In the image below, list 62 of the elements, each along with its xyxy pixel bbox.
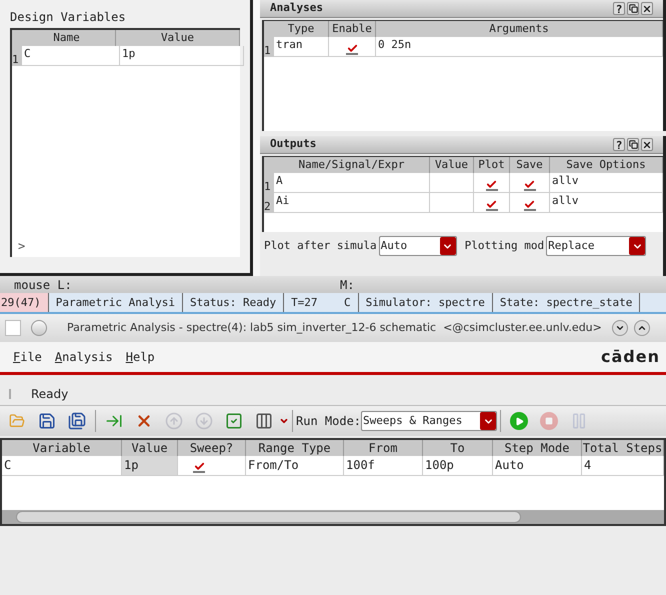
menu-item[interactable]: File — [13, 348, 42, 366]
field-label: Plot after simula — [264, 238, 377, 254]
column-header[interactable]: From — [344, 440, 423, 456]
column-header[interactable]: Plot — [474, 157, 510, 173]
table-cell: From/To — [246, 456, 344, 476]
column-header[interactable]: Step Mode — [493, 440, 582, 456]
column-header[interactable]: Range Type — [246, 440, 344, 456]
status-text: Ready — [31, 386, 68, 402]
table-cell: 1p — [120, 46, 244, 66]
table-cell: allv — [550, 173, 663, 193]
field-label: Run Mode: — [296, 413, 362, 430]
table-cell: allv — [550, 193, 663, 213]
column-header[interactable]: Enable — [329, 21, 376, 37]
table-cell: Ai — [274, 193, 430, 213]
logo: cāden — [601, 346, 660, 368]
column-header[interactable]: To — [423, 440, 493, 456]
status-item: 29(47) — [0, 293, 49, 312]
table-cell: 1p — [122, 456, 178, 476]
table-cell: 0 25n — [376, 37, 663, 57]
table-cell: A — [274, 173, 430, 193]
panel-title: Outputs — [270, 136, 318, 152]
table-cell: Auto — [493, 456, 582, 476]
status-item: State: spectre_state — [492, 293, 640, 312]
column-header[interactable]: Name — [18, 30, 116, 46]
row-number: 1 — [264, 37, 274, 57]
status-item: Parametric Analysi — [48, 293, 183, 312]
expand-arrow[interactable]: > — [18, 237, 28, 255]
table-cell: 100p — [423, 456, 493, 476]
table-cell: 100f — [344, 456, 423, 476]
dropdown[interactable]: Auto — [378, 236, 457, 256]
column-header[interactable]: Arguments — [376, 21, 663, 37]
column-header[interactable]: Total Steps — [582, 440, 664, 456]
column-header[interactable]: Name/Signal/Expr — [274, 157, 430, 173]
mouse-label: mouse L: — [13, 276, 73, 294]
status-item: Simulator: spectre — [358, 293, 493, 312]
menu-item[interactable]: Help — [126, 348, 155, 366]
column-header[interactable]: Save Options — [550, 157, 663, 173]
table-cell: tran — [274, 37, 329, 57]
window-title: Parametric Analysis - spectre(4): lab5 sim_inverter_12-6 schematic <@csimcluster.ee.unlv.edu> — [67, 320, 602, 336]
panel-title: Design Variables — [10, 9, 127, 26]
column-header[interactable]: Value — [430, 157, 474, 173]
menu-item[interactable]: Analysis — [54, 348, 113, 366]
help-button[interactable]: ? — [613, 138, 625, 151]
row-number: 1 — [12, 46, 22, 66]
column-header[interactable]: Save — [510, 157, 550, 173]
dropdown[interactable]: Sweeps & Ranges — [361, 411, 498, 431]
panel-title: Analyses — [270, 0, 324, 16]
table-cell: 4 — [582, 456, 664, 476]
row-number: 1 — [264, 173, 274, 193]
column-header[interactable]: Sweep? — [178, 440, 246, 456]
status-item: T=27 C — [284, 293, 359, 312]
column-header[interactable]: Variable — [2, 440, 122, 456]
row-number: 2 — [264, 193, 274, 213]
dropdown[interactable]: Replace — [546, 236, 646, 256]
column-header[interactable]: Value — [116, 30, 240, 46]
status-item: Status: Ready — [182, 293, 284, 312]
table-cell: C — [22, 46, 120, 66]
column-header[interactable]: Value — [122, 440, 178, 456]
mouse-label: M: — [340, 276, 354, 294]
field-label: Plotting mod — [464, 238, 544, 254]
column-header[interactable]: Type — [274, 21, 329, 37]
help-button[interactable]: ? — [613, 2, 625, 15]
